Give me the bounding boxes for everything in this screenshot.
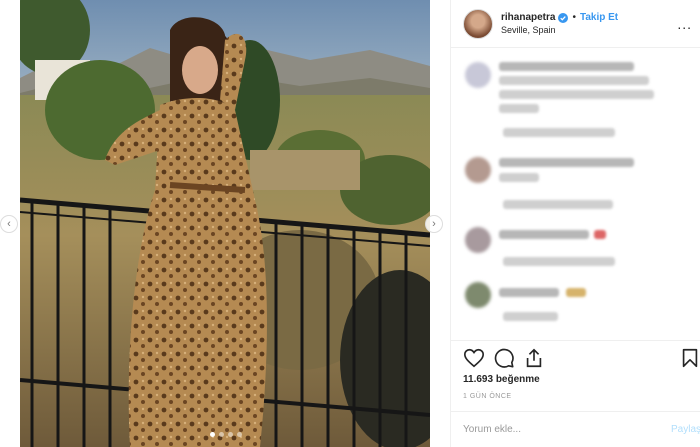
- blurred-emoji: [594, 230, 606, 239]
- comment-input[interactable]: Yorum ekle...: [463, 424, 521, 435]
- heart-icon[interactable]: [463, 347, 485, 369]
- blurred-comment-text: [499, 76, 649, 85]
- comment-avatar[interactable]: [465, 282, 491, 308]
- blurred-comment-text: [499, 90, 654, 99]
- more-options-icon[interactable]: ...: [677, 16, 692, 32]
- carousel-dots: [210, 432, 242, 437]
- next-arrow-icon[interactable]: ›: [425, 215, 443, 233]
- avatar[interactable]: [463, 8, 493, 39]
- comment-bar: Yorum ekle... Paylaş: [451, 411, 700, 447]
- post-actions: 11.693 beğenme 1 GÜN ÖNCE Yorum ekle... …: [451, 340, 700, 447]
- previous-arrow-icon[interactable]: ‹: [0, 215, 18, 233]
- post-modal: ‹ › rihanapetra • Takip Et Seville, Spai…: [0, 0, 700, 447]
- carousel-dot[interactable]: [210, 432, 215, 437]
- blurred-comment-meta: [503, 257, 615, 266]
- blurred-comment-meta: [503, 128, 615, 137]
- woman-in-leopard-dress: [105, 17, 267, 447]
- blurred-comment-meta: [503, 312, 558, 321]
- comment-icon[interactable]: [493, 347, 515, 369]
- blurred-comment-text: [499, 173, 539, 182]
- post-comment-button[interactable]: Paylaş: [671, 424, 700, 435]
- comments-list: [451, 52, 700, 337]
- carousel-dot[interactable]: [228, 432, 233, 437]
- comment-avatar[interactable]: [465, 62, 491, 88]
- blurred-comment-text: [499, 230, 589, 239]
- blurred-comment-meta: [503, 200, 613, 209]
- post-photo[interactable]: [20, 0, 430, 447]
- likes-count[interactable]: 11.693 beğenme: [463, 374, 540, 385]
- comment-avatar[interactable]: [465, 227, 491, 253]
- blurred-comment-text: [499, 288, 559, 297]
- verified-badge-icon: [558, 12, 569, 23]
- blurred-emoji: [566, 288, 586, 297]
- post-timestamp[interactable]: 1 GÜN ÖNCE: [463, 393, 512, 400]
- blurred-comment-text: [499, 62, 634, 71]
- post-side-panel: rihanapetra • Takip Et Seville, Spain ..…: [450, 0, 700, 447]
- comment-avatar[interactable]: [465, 157, 491, 183]
- carousel-dot[interactable]: [237, 432, 242, 437]
- location-link[interactable]: Seville, Spain: [501, 25, 618, 35]
- username[interactable]: rihanapetra: [501, 12, 555, 23]
- header-row: rihanapetra • Takip Et: [501, 12, 618, 23]
- follow-button[interactable]: Takip Et: [580, 12, 618, 23]
- separator: •: [572, 12, 576, 23]
- share-icon[interactable]: [523, 347, 545, 369]
- bookmark-icon[interactable]: [679, 347, 700, 369]
- blurred-comment-text: [499, 104, 539, 113]
- blurred-comment-text: [499, 158, 634, 167]
- header-text: rihanapetra • Takip Et Seville, Spain: [501, 12, 618, 35]
- carousel-dot[interactable]: [219, 432, 224, 437]
- post-header: rihanapetra • Takip Et Seville, Spain ..…: [451, 0, 700, 48]
